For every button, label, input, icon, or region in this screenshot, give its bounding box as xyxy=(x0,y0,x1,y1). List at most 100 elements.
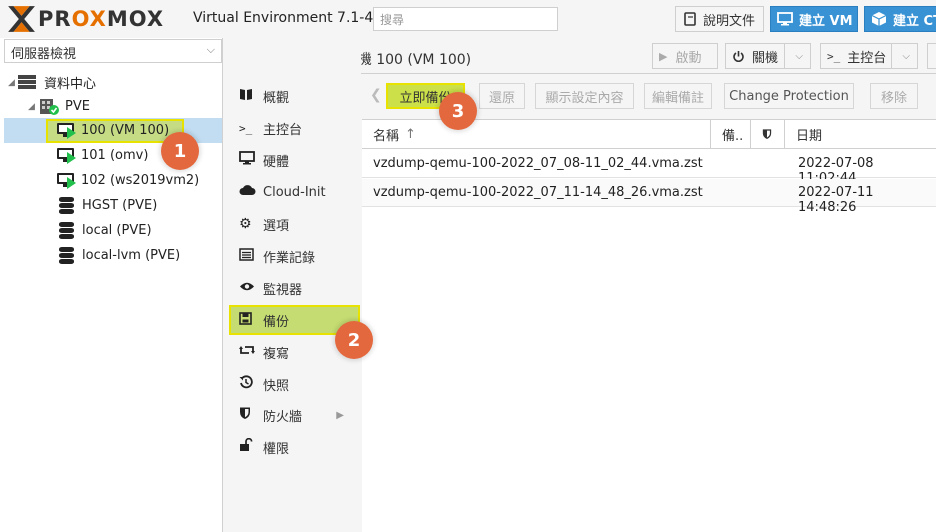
tree-item-storage-hgst[interactable]: HGST (PVE) xyxy=(59,193,222,218)
callout-number: 2 xyxy=(347,329,361,351)
restore-button[interactable]: 還原 xyxy=(479,83,525,109)
tree-item-label: local-lvm (PVE) xyxy=(82,248,181,263)
tree-item-label: PVE xyxy=(65,99,90,114)
collapse-arrow-icon[interactable]: ◢ xyxy=(28,102,38,112)
tree-item-label: 資料中心 xyxy=(44,77,97,92)
storage-icon xyxy=(59,196,74,215)
play-icon: ▶ xyxy=(659,49,668,63)
tree-item-storage-local-lvm[interactable]: local-lvm (PVE) xyxy=(59,243,222,268)
nav-item-snapshot[interactable]: 快照 xyxy=(229,369,360,399)
column-header-label: 名稱 xyxy=(373,128,400,144)
start-button[interactable]: ▶ 啟動 xyxy=(652,43,718,69)
cube-icon xyxy=(871,12,887,26)
create-ct-label: 建立 CT xyxy=(893,13,936,29)
column-header-label: 日期 xyxy=(796,128,823,144)
nav-item-label: 防火牆 xyxy=(263,409,303,425)
chevron-down-icon: ⌵ xyxy=(206,43,215,56)
power-icon xyxy=(733,50,744,62)
tree-item-vm-102[interactable]: 102 (ws2019vm2) xyxy=(57,168,222,193)
desktop-icon xyxy=(239,151,263,169)
vm-running-icon xyxy=(57,173,76,189)
tree-item-label: 100 (VM 100) xyxy=(81,123,170,138)
vm-running-icon xyxy=(57,123,76,139)
nav-item-options[interactable]: ⚙ 選項 xyxy=(229,209,360,239)
eye-icon xyxy=(239,281,263,296)
retweet-icon xyxy=(239,344,263,360)
column-header-protected[interactable] xyxy=(751,120,783,148)
nav-item-label: 作業記錄 xyxy=(263,250,316,266)
collapse-arrow-icon[interactable]: ◢ xyxy=(8,78,18,88)
nav-item-firewall[interactable]: 防火牆 ▶ xyxy=(229,400,360,430)
documentation-label: 說明文件 xyxy=(703,13,756,29)
show-config-label: 顯示設定內容 xyxy=(545,90,624,106)
nav-item-label: 概觀 xyxy=(263,90,290,106)
chevron-left-icon[interactable]: ❮ xyxy=(370,87,382,103)
unlock-icon xyxy=(239,437,263,456)
backup-date: 2022-07-11 14:48:26 xyxy=(798,185,874,215)
nav-item-label: 備份 xyxy=(263,314,290,330)
sort-asc-icon: ↑ xyxy=(405,126,416,142)
column-header-notes[interactable]: 備.. xyxy=(711,120,749,148)
chevron-down-icon[interactable]: ⌵ xyxy=(795,51,803,62)
view-select[interactable]: 伺服器檢視 ⌵ xyxy=(4,39,222,63)
tree-item-label: 102 (ws2019vm2) xyxy=(81,173,200,188)
server-icon xyxy=(18,75,36,90)
cloud-icon xyxy=(239,184,263,200)
floppy-icon xyxy=(239,311,263,329)
start-label: 啟動 xyxy=(675,50,702,66)
terminal-icon: >_ xyxy=(239,121,253,135)
logo-text: PROXMOX xyxy=(38,7,165,31)
nav-item-monitor[interactable]: 監視器 xyxy=(229,273,360,303)
nav-item-label: Cloud-Init xyxy=(263,184,326,200)
console-label: 主控台 xyxy=(847,50,887,66)
nav-item-console[interactable]: >_ 主控台 xyxy=(229,113,360,143)
nav-item-summary[interactable]: 概觀 xyxy=(229,81,360,111)
show-config-button[interactable]: 顯示設定內容 xyxy=(535,83,634,109)
vm-running-icon xyxy=(57,148,76,164)
column-header-name[interactable]: 名稱 ↑ xyxy=(362,120,709,148)
tree-item-storage-local[interactable]: local (PVE) xyxy=(59,218,222,243)
search-input[interactable]: 搜尋 xyxy=(373,7,558,31)
create-vm-label: 建立 VM xyxy=(799,13,853,29)
create-vm-button[interactable]: 建立 VM xyxy=(770,6,858,32)
create-ct-button[interactable]: 建立 CT xyxy=(864,6,936,32)
restore-label: 還原 xyxy=(488,90,515,106)
view-select-value: 伺服器檢視 xyxy=(11,47,77,62)
nav-item-label: 主控台 xyxy=(263,122,303,138)
book-icon xyxy=(684,12,696,26)
nav-item-label: 快照 xyxy=(263,378,290,394)
remove-button[interactable]: 移除 xyxy=(870,83,918,109)
tree-item-label: 101 (omv) xyxy=(81,148,149,163)
table-row[interactable]: vzdump-qemu-100-2022_07_08-11_02_44.vma.… xyxy=(362,150,936,186)
tree-item-datacenter[interactable]: ◢ 資料中心 xyxy=(8,70,222,95)
tree-item-node[interactable]: ◢ PVE xyxy=(28,94,222,119)
history-icon xyxy=(239,375,263,393)
nav-item-task-history[interactable]: 作業記錄 xyxy=(229,241,360,271)
backup-filename: vzdump-qemu-100-2022_07_11-14_48_26.vma.… xyxy=(373,185,703,200)
more-button[interactable] xyxy=(927,43,936,69)
shield-icon xyxy=(762,129,772,139)
book-icon xyxy=(239,87,263,105)
shield-icon xyxy=(239,406,263,424)
console-button[interactable]: >_ 主控台 ⌵ xyxy=(820,43,918,69)
chevron-down-icon[interactable]: ⌵ xyxy=(902,51,910,62)
shutdown-button[interactable]: 關機 ⌵ xyxy=(725,43,811,69)
callout-number: 1 xyxy=(173,140,187,162)
proxmox-logo[interactable]: PROXMOX xyxy=(6,4,164,34)
nav-item-label: 選項 xyxy=(263,218,290,234)
change-protection-button[interactable]: Change Protection xyxy=(724,83,854,109)
nav-item-hardware[interactable]: 硬體 xyxy=(229,145,360,175)
nav-item-cloud-init[interactable]: Cloud-Init xyxy=(229,177,360,207)
chevron-right-icon[interactable]: ▶ xyxy=(336,410,344,421)
nav-item-label: 權限 xyxy=(263,441,290,457)
callout-step-3: 3 xyxy=(439,92,477,130)
nav-item-permissions[interactable]: 權限 xyxy=(229,432,360,462)
storage-icon xyxy=(59,221,74,240)
column-header-date[interactable]: 日期 xyxy=(785,120,936,148)
documentation-button[interactable]: 說明文件 xyxy=(675,6,764,32)
edit-notes-button[interactable]: 編輯備註 xyxy=(644,83,712,109)
proxmox-x-icon xyxy=(8,6,35,32)
backup-filename: vzdump-qemu-100-2022_07_08-11_02_44.vma.… xyxy=(373,156,703,171)
table-row[interactable]: vzdump-qemu-100-2022_07_11-14_48_26.vma.… xyxy=(362,179,936,215)
tree-item-label: HGST (PVE) xyxy=(82,198,158,213)
